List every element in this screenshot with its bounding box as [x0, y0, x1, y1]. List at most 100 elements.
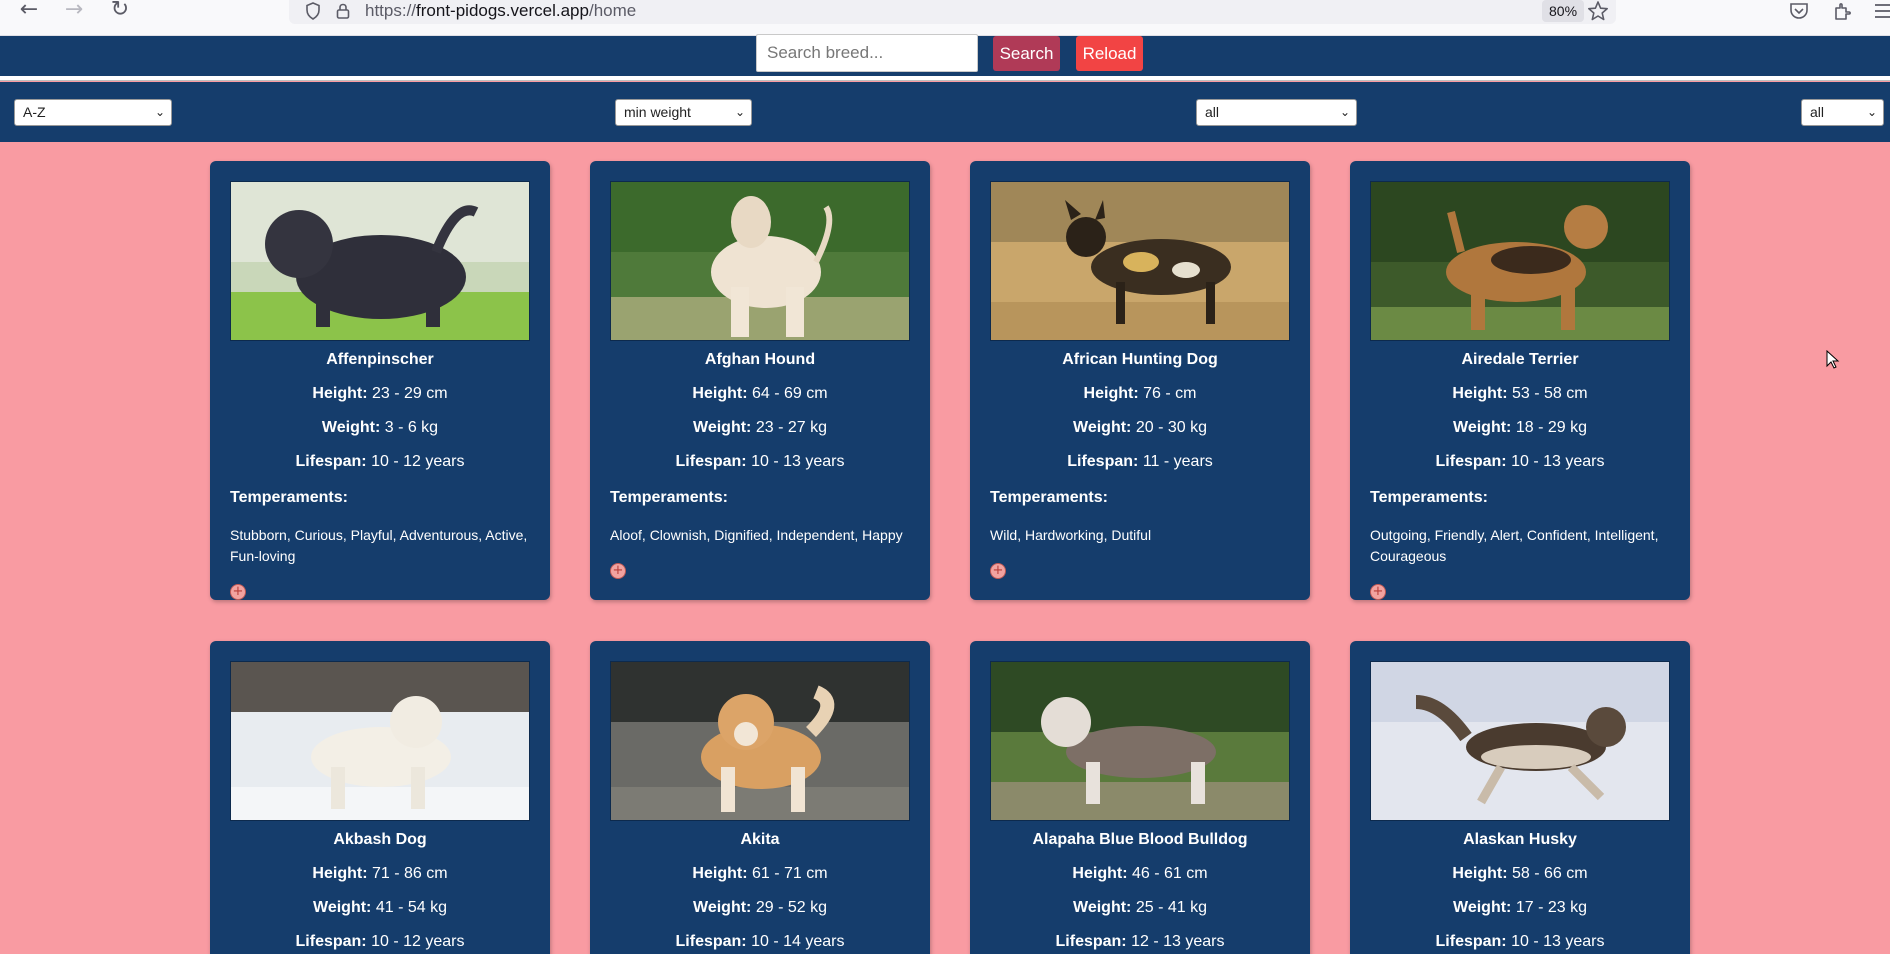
height-label: Height:	[1083, 385, 1139, 402]
height-label: Height:	[692, 865, 748, 882]
lifespan-label: Lifespan:	[1435, 933, 1507, 950]
origin-select-value: all	[1810, 104, 1825, 120]
breed-name: Akita	[740, 831, 780, 848]
forward-arrow-icon[interactable]: →	[59, 0, 89, 22]
weight-stat: Weight: 41 - 54 kg	[210, 899, 550, 917]
add-icon[interactable]: +	[230, 584, 246, 600]
lifespan-stat: Lifespan: 12 - 13 years	[970, 933, 1310, 951]
weight-value: 23 - 27 kg	[755, 419, 827, 436]
url-text[interactable]: https://front-pidogs.vercel.app/home	[365, 1, 636, 21]
weight-label: Weight:	[313, 899, 372, 916]
lifespan-value: 10 - 13 years	[1511, 933, 1605, 950]
dog-photo[interactable]	[610, 181, 910, 341]
dog-photo[interactable]	[990, 661, 1290, 821]
breed-name: Alapaha Blue Blood Bulldog	[1032, 831, 1248, 848]
search-breed-input[interactable]	[756, 34, 978, 72]
weight-label: Weight:	[693, 419, 752, 436]
lifespan-label: Lifespan:	[1055, 933, 1127, 950]
dog-card[interactable]: Alaskan Husky Height: 58 - 66 cm Weight:…	[1350, 641, 1690, 954]
height-label: Height:	[312, 385, 368, 402]
lifespan-value: 12 - 13 years	[1131, 933, 1225, 950]
weight-label: Weight:	[321, 419, 381, 436]
menu-icon[interactable]	[1873, 0, 1890, 22]
add-icon[interactable]: +	[1370, 584, 1386, 600]
lifespan-label: Lifespan:	[295, 453, 367, 470]
lifespan-label: Lifespan:	[295, 933, 367, 950]
dog-card[interactable]: Afghan Hound Height: 64 - 69 cm Weight: …	[590, 161, 930, 600]
breed-name: Akbash Dog	[333, 831, 427, 848]
temperaments-list: Stubborn, Curious, Playful, Adventurous,…	[230, 527, 528, 564]
lifespan-stat: Lifespan: 10 - 13 years	[590, 453, 930, 471]
weight-stat: Weight: 18 - 29 kg	[1350, 419, 1690, 437]
dog-photo[interactable]	[230, 661, 530, 821]
lifespan-label: Lifespan:	[1435, 453, 1507, 470]
height-value: 71 - 86 cm	[371, 865, 448, 882]
dog-card[interactable]: Akita Height: 61 - 71 cm Weight: 29 - 52…	[590, 641, 930, 954]
pocket-icon[interactable]	[1788, 0, 1810, 22]
weight-value: 18 - 29 kg	[1515, 419, 1587, 436]
dog-photo[interactable]	[230, 181, 530, 341]
temperament-select-value: all	[1205, 104, 1220, 120]
dog-photo[interactable]	[990, 181, 1290, 341]
sort-alphabetical-select[interactable]: A-Z ⌄	[14, 99, 172, 126]
temperaments-list: Outgoing, Friendly, Alert, Confident, In…	[1370, 527, 1659, 564]
lifespan-label: Lifespan:	[675, 933, 747, 950]
height-value: 64 - 69 cm	[751, 385, 828, 402]
dog-card[interactable]: Affenpinscher Height: 23 - 29 cm Weight:…	[210, 161, 550, 600]
breed-name: Affenpinscher	[326, 351, 434, 368]
weight-select-value: min weight	[624, 104, 691, 120]
chevron-down-icon: ⌄	[1339, 105, 1350, 119]
search-button[interactable]: Search	[993, 36, 1060, 71]
add-icon[interactable]: +	[610, 563, 626, 579]
temperaments-label: Temperaments:	[1370, 489, 1488, 506]
height-label: Height:	[1452, 865, 1508, 882]
height-stat: Height: 76 - cm	[970, 385, 1310, 403]
height-value: 53 - 58 cm	[1511, 385, 1588, 402]
dog-card[interactable]: Akbash Dog Height: 71 - 86 cm Weight: 41…	[210, 641, 550, 954]
weight-label: Weight:	[1453, 419, 1512, 436]
address-bar[interactable]: https://front-pidogs.vercel.app/home 80%	[289, 0, 1616, 24]
dog-card[interactable]: African Hunting Dog Height: 76 - cm Weig…	[970, 161, 1310, 600]
weight-value: 20 - 30 kg	[1135, 419, 1207, 436]
url-path: /home	[588, 1, 637, 20]
extensions-icon[interactable]	[1832, 0, 1854, 22]
dog-card[interactable]: Alapaha Blue Blood Bulldog Height: 46 - …	[970, 641, 1310, 954]
lifespan-value: 10 - 12 years	[371, 453, 465, 470]
chevron-down-icon: ⌄	[1866, 105, 1877, 119]
lock-icon[interactable]	[333, 1, 353, 21]
height-stat: Height: 71 - 86 cm	[210, 865, 550, 883]
breed-name: Afghan Hound	[704, 351, 816, 368]
dog-photo[interactable]	[1370, 181, 1670, 341]
header-divider	[0, 76, 1890, 81]
weight-stat: Weight: 29 - 52 kg	[590, 899, 930, 917]
lifespan-label: Lifespan:	[1067, 453, 1139, 470]
breed-name: Alaskan Husky	[1463, 831, 1577, 848]
height-value: 46 - 61 cm	[1131, 865, 1208, 882]
reload-button[interactable]: Reload	[1076, 36, 1143, 71]
height-label: Height:	[312, 865, 368, 882]
origin-filter-select[interactable]: all ⌄	[1801, 99, 1884, 126]
temperaments-list: Wild, Hardworking, Dutiful	[990, 527, 1152, 543]
weight-stat: Weight: 3 - 6 kg	[210, 419, 550, 437]
temperaments-label: Temperaments:	[610, 489, 728, 506]
height-value: 76 - cm	[1143, 385, 1197, 402]
bookmark-star-icon[interactable]	[1586, 0, 1610, 22]
breed-name: African Hunting Dog	[1062, 351, 1218, 368]
weight-sort-select[interactable]: min weight ⌄	[615, 99, 752, 126]
shield-icon[interactable]	[303, 1, 323, 21]
url-host: front-pidogs.vercel.app	[416, 1, 589, 20]
breed-name: Airedale Terrier	[1461, 351, 1579, 368]
height-label: Height:	[692, 385, 748, 402]
back-arrow-icon[interactable]: ←	[14, 0, 44, 22]
mouse-cursor-icon	[1826, 350, 1840, 369]
temperament-filter-select[interactable]: all ⌄	[1196, 99, 1357, 126]
weight-value: 25 - 41 kg	[1135, 899, 1207, 916]
weight-label: Weight:	[693, 899, 752, 916]
dog-photo[interactable]	[1370, 661, 1670, 821]
height-label: Height:	[1452, 385, 1508, 402]
reload-icon[interactable]: ↻	[105, 0, 135, 22]
dog-card[interactable]: Airedale Terrier Height: 53 - 58 cm Weig…	[1350, 161, 1690, 600]
add-icon[interactable]: +	[990, 563, 1006, 579]
dog-photo[interactable]	[610, 661, 910, 821]
zoom-level-badge[interactable]: 80%	[1542, 0, 1585, 22]
